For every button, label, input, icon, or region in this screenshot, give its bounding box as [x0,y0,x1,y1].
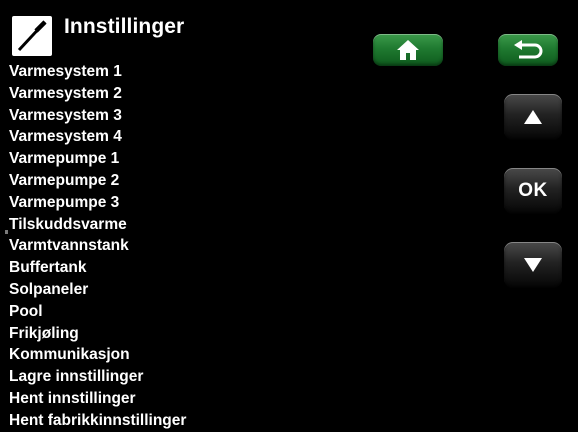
menu-item-tilskuddsvarme[interactable]: Tilskuddsvarme [9,214,186,236]
menu-item-hent-fabrikkinnstillinger[interactable]: Hent fabrikkinnstillinger [9,410,186,432]
ok-label: OK [518,180,548,201]
page-title: Innstillinger [64,15,185,38]
settings-menu: Varmesystem 1 Varmesystem 2 Varmesystem … [9,61,186,432]
home-icon [397,40,419,60]
return-arrow-icon [514,40,543,59]
down-triangle-icon [524,258,542,272]
menu-item-buffertank[interactable]: Buffertank [9,257,186,279]
menu-item-varmesystem-1[interactable]: Varmesystem 1 [9,61,186,83]
up-button[interactable] [504,94,562,140]
menu-item-pool[interactable]: Pool [9,301,186,323]
back-button[interactable] [498,34,558,66]
ok-button[interactable]: OK [504,168,562,214]
menu-item-varmtvannstank[interactable]: Varmtvannstank [9,235,186,257]
home-button[interactable] [373,34,443,66]
menu-item-kommunikasjon[interactable]: Kommunikasjon [9,344,186,366]
up-triangle-icon [524,110,542,124]
down-button[interactable] [504,242,562,288]
screwdriver-icon [12,16,52,56]
menu-item-solpaneler[interactable]: Solpaneler [9,279,186,301]
menu-item-varmesystem-3[interactable]: Varmesystem 3 [9,105,186,127]
menu-item-varmepumpe-3[interactable]: Varmepumpe 3 [9,192,186,214]
selection-marker [5,230,8,234]
menu-item-frikjoling[interactable]: Frikjøling [9,323,186,345]
menu-item-varmepumpe-2[interactable]: Varmepumpe 2 [9,170,186,192]
menu-item-varmesystem-2[interactable]: Varmesystem 2 [9,83,186,105]
menu-item-lagre-innstillinger[interactable]: Lagre innstillinger [9,366,186,388]
menu-item-varmepumpe-1[interactable]: Varmepumpe 1 [9,148,186,170]
menu-item-varmesystem-4[interactable]: Varmesystem 4 [9,126,186,148]
menu-item-hent-innstillinger[interactable]: Hent innstillinger [9,388,186,410]
